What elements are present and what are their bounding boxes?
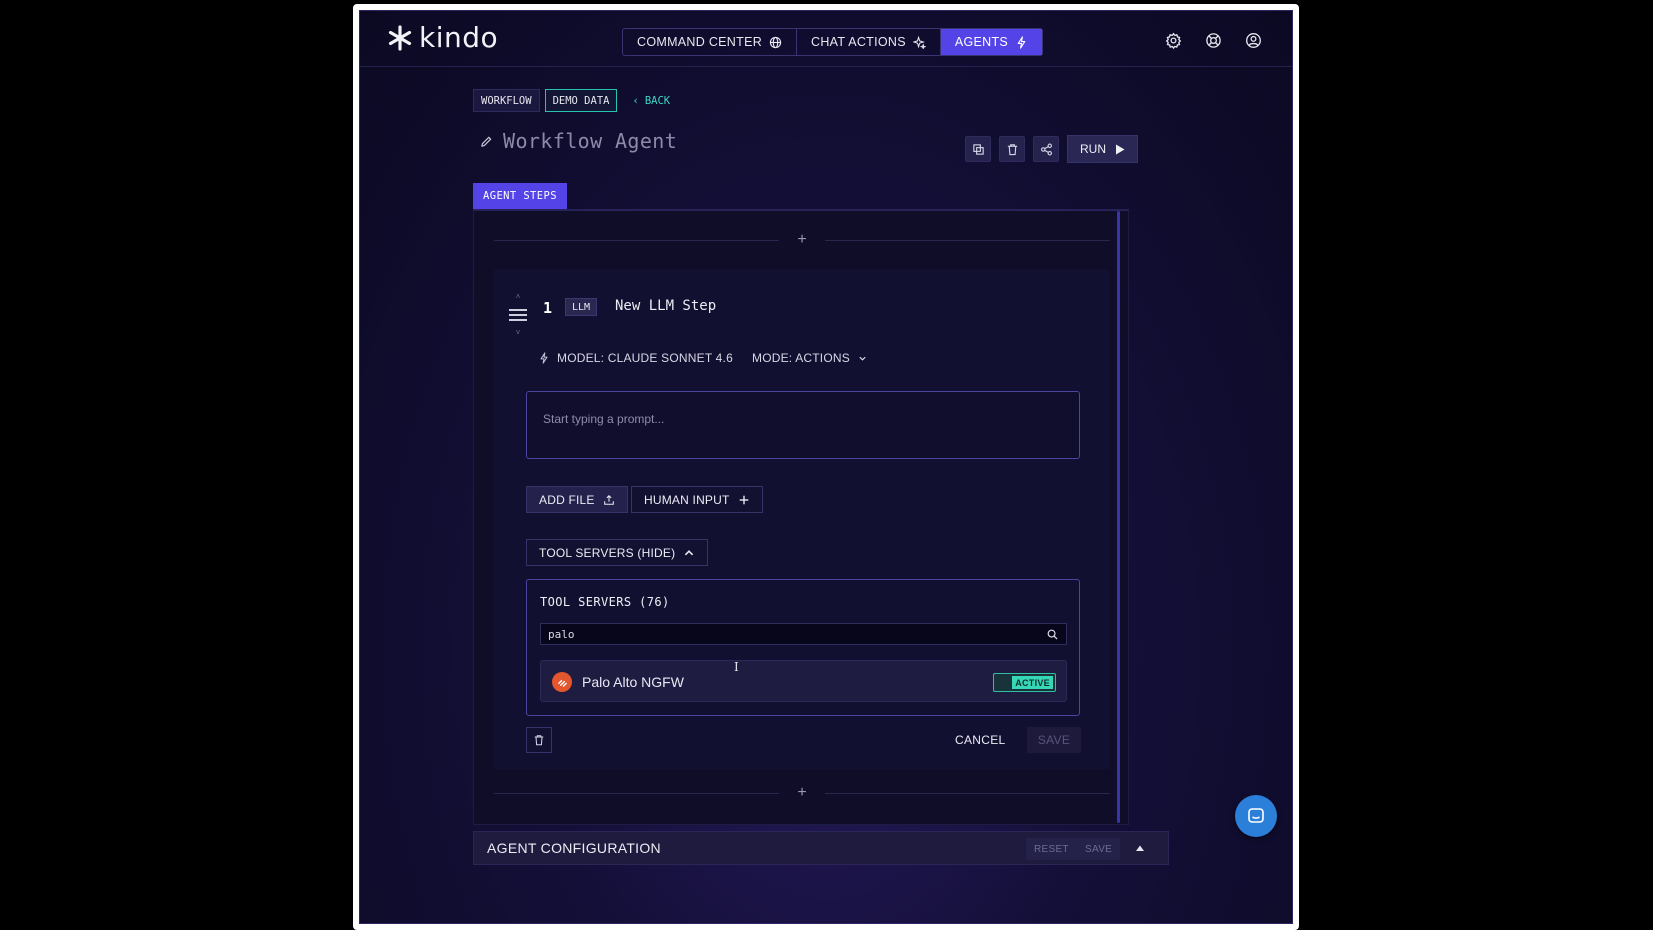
- add-file-label: ADD FILE: [539, 492, 595, 507]
- collapse-up-icon[interactable]: [1134, 842, 1146, 854]
- step-number: 1: [543, 299, 553, 317]
- tool-server-search-input[interactable]: palo: [540, 623, 1067, 645]
- llm-step-card: ˄ ˅ 1 LLM New LLM Step MODEL: CLAUDE SON…: [494, 269, 1110, 769]
- nav-label: CHAT ACTIONS: [811, 35, 906, 49]
- panel-scrollbar[interactable]: [1117, 211, 1120, 823]
- divider: [494, 792, 779, 794]
- lightning-icon: [1017, 35, 1026, 49]
- screen-frame: kindo COMMAND CENTER CHAT ACTIONS AGENTS: [353, 4, 1299, 930]
- settings-icon[interactable]: [1165, 32, 1182, 49]
- workflow-chip[interactable]: WORKFLOW: [473, 89, 540, 112]
- add-step-row-top: +: [494, 231, 1110, 249]
- share-button[interactable]: [1033, 136, 1059, 162]
- search-value: palo: [548, 627, 575, 641]
- chevron-down-icon: [859, 356, 866, 361]
- cancel-button[interactable]: CANCEL: [955, 733, 1005, 747]
- nav-chat-actions[interactable]: CHAT ACTIONS: [797, 29, 941, 55]
- tool-servers-title: TOOL SERVERS (76): [540, 595, 670, 609]
- logo-text: kindo: [419, 21, 499, 54]
- step-type-badge: LLM: [565, 298, 598, 316]
- chevron-left-icon: ‹: [632, 94, 639, 107]
- delete-step-button[interactable]: [526, 727, 552, 753]
- kindo-logo[interactable]: kindo: [387, 21, 499, 54]
- divider: [494, 239, 779, 241]
- config-reset-button[interactable]: RESET: [1026, 838, 1077, 860]
- chevron-up-icon: ˄: [515, 292, 521, 301]
- divider: [825, 239, 1110, 241]
- nav-label: AGENTS: [954, 35, 1009, 49]
- agent-title[interactable]: Workflow Agent: [503, 129, 677, 153]
- save-step-button[interactable]: SAVE: [1027, 727, 1081, 753]
- human-input-button[interactable]: HUMAN INPUT: [631, 486, 763, 513]
- play-icon: [1116, 144, 1125, 154]
- config-save-button[interactable]: SAVE: [1077, 838, 1121, 860]
- human-input-label: HUMAN INPUT: [644, 492, 730, 507]
- duplicate-button[interactable]: [965, 136, 991, 162]
- mode-dropdown[interactable]: MODE: ACTIONS: [752, 351, 867, 365]
- run-button[interactable]: RUN: [1067, 135, 1138, 163]
- chevron-up-icon: [685, 549, 694, 555]
- divider: [825, 792, 1110, 794]
- tab-agent-steps[interactable]: AGENT STEPS: [473, 183, 567, 209]
- text-cursor-icon: I: [734, 660, 739, 674]
- prompt-input[interactable]: Start typing a prompt...: [526, 391, 1080, 459]
- trash-icon: [1007, 143, 1017, 155]
- plus-icon: [739, 495, 748, 504]
- search-icon[interactable]: [1047, 629, 1058, 640]
- upload-icon: [603, 494, 614, 505]
- chat-icon: [1248, 808, 1264, 823]
- title-row: Workflow Agent: [480, 129, 677, 153]
- tool-server-row[interactable]: Palo Alto NGFW ACTIVE: [540, 660, 1067, 702]
- user-icon[interactable]: [1245, 32, 1262, 49]
- step-name[interactable]: New LLM Step: [615, 298, 716, 314]
- model-label: MODEL: CLAUDE SONNET 4.6: [557, 351, 733, 365]
- add-step-row-bottom: +: [494, 784, 1110, 802]
- chevron-down-icon: ˅: [515, 328, 521, 337]
- add-file-button[interactable]: ADD FILE: [526, 486, 628, 513]
- nav-label: COMMAND CENTER: [637, 35, 763, 49]
- tool-servers-toggle[interactable]: TOOL SERVERS (HIDE): [526, 539, 709, 566]
- trash-icon: [534, 735, 544, 746]
- delete-agent-button[interactable]: [999, 136, 1025, 162]
- drag-handle[interactable]: ˄ ˅: [509, 293, 527, 337]
- config-title[interactable]: AGENT CONFIGURATION: [487, 840, 661, 856]
- nav-agents[interactable]: AGENTS: [940, 29, 1043, 55]
- top-right-icons: [1165, 32, 1262, 49]
- top-bar: kindo COMMAND CENTER CHAT ACTIONS AGENTS: [360, 11, 1292, 67]
- add-step-plus-icon[interactable]: +: [779, 231, 825, 249]
- mode-label: MODE: ACTIONS: [752, 351, 850, 365]
- nav-command-center[interactable]: COMMAND CENTER: [623, 29, 798, 55]
- tool-servers-toggle-label: TOOL SERVERS (HIDE): [539, 545, 676, 560]
- pencil-icon[interactable]: [480, 135, 493, 148]
- active-toggle[interactable]: ACTIVE: [993, 673, 1056, 692]
- back-label: BACK: [644, 94, 671, 107]
- breadcrumb: WORKFLOW DEMO DATA ‹ BACK: [473, 89, 670, 112]
- copy-icon: [972, 143, 984, 155]
- app-window: kindo COMMAND CENTER CHAT ACTIONS AGENTS: [359, 10, 1293, 924]
- globe-icon: [769, 36, 782, 48]
- share-icon: [1040, 143, 1052, 155]
- sparkle-icon: [912, 35, 926, 49]
- main-nav: COMMAND CENTER CHAT ACTIONS AGENTS: [622, 28, 1044, 56]
- agent-steps-panel: + ˄ ˅ 1 LLM New LLM Step MODEL: CLAUDE S…: [473, 209, 1129, 825]
- demo-data-chip[interactable]: DEMO DATA: [544, 89, 618, 112]
- run-label: RUN: [1080, 142, 1106, 156]
- agent-actions: RUN: [965, 135, 1138, 163]
- chat-support-button[interactable]: [1235, 795, 1277, 837]
- hamburger-icon: [509, 309, 527, 321]
- palo-alto-logo-icon: [552, 672, 572, 692]
- asterisk-logo-icon: [388, 25, 412, 51]
- add-step-plus-icon[interactable]: +: [779, 784, 825, 802]
- help-icon[interactable]: [1205, 32, 1222, 49]
- back-link[interactable]: ‹ BACK: [632, 95, 670, 107]
- tool-servers-panel: TOOL SERVERS (76) palo Palo Alto NGFW AC…: [526, 579, 1080, 716]
- status-badge: ACTIVE: [1012, 676, 1053, 689]
- lightning-icon: [540, 352, 548, 364]
- tool-server-name: Palo Alto NGFW: [582, 674, 684, 690]
- model-selector[interactable]: MODEL: CLAUDE SONNET 4.6: [538, 351, 733, 365]
- agent-configuration-bar: AGENT CONFIGURATION RESET SAVE: [473, 831, 1169, 865]
